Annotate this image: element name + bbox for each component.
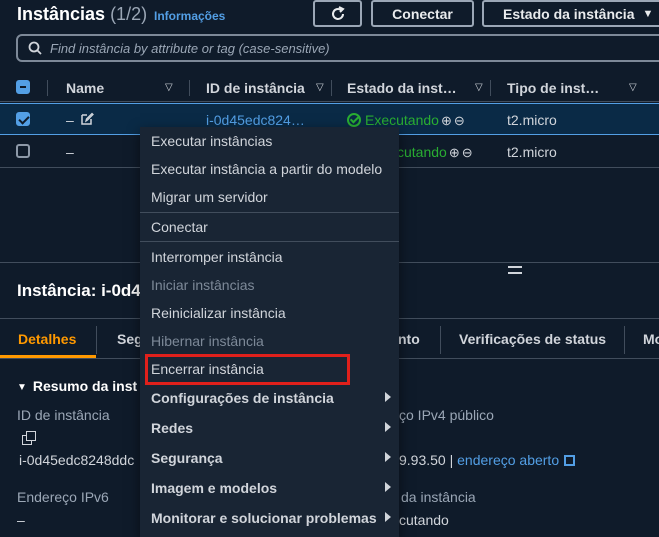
submenu-arrow-icon bbox=[385, 452, 391, 462]
status-ok-icon bbox=[347, 113, 361, 127]
connect-button[interactable]: Conectar bbox=[371, 0, 474, 27]
page-header: Instâncias (1/2) Informações Conectar Es… bbox=[0, 0, 659, 30]
menu-item-connect[interactable]: Conectar bbox=[151, 219, 208, 235]
page-title: Instâncias (1/2) bbox=[17, 4, 147, 25]
zoom-out-icon[interactable]: ⊖ bbox=[454, 113, 465, 129]
column-header-type[interactable]: Tipo de inst… bbox=[507, 80, 599, 96]
submenu-arrow-icon bbox=[385, 422, 391, 432]
resize-handle-icon[interactable] bbox=[508, 266, 522, 274]
edit-icon[interactable] bbox=[80, 112, 94, 126]
sort-caret-icon[interactable]: ▽ bbox=[475, 82, 483, 93]
external-link-icon bbox=[564, 455, 576, 466]
instance-state-dropdown[interactable]: Estado da instância ▼ bbox=[482, 0, 659, 27]
menu-item-launch-from-template[interactable]: Executar instância a partir do modelo bbox=[151, 161, 382, 177]
details-panel-title: Instância: i-0d4 bbox=[17, 281, 141, 300]
table-header: Name ▽ ID de instância ▽ Estado da inst…… bbox=[0, 72, 659, 102]
tab-security[interactable]: Seg bbox=[117, 331, 143, 347]
menu-item-image-templates[interactable]: Imagem e modelos bbox=[151, 480, 277, 496]
page-title-text: Instâncias bbox=[17, 4, 106, 24]
chevron-down-icon: ▼ bbox=[642, 7, 654, 20]
instance-state-label: Estado da instância bbox=[503, 5, 635, 22]
copy-icon[interactable] bbox=[22, 431, 36, 445]
info-link[interactable]: Informações bbox=[154, 9, 225, 23]
instance-state-label: da instância bbox=[401, 489, 476, 505]
submenu-arrow-icon bbox=[385, 512, 391, 522]
tab-status-checks[interactable]: Verificações de status bbox=[459, 331, 606, 347]
open-address-link[interactable]: endereço aberto bbox=[457, 452, 559, 468]
highlight-annotation bbox=[145, 354, 350, 385]
submenu-arrow-icon bbox=[385, 392, 391, 402]
column-header-name[interactable]: Name bbox=[66, 80, 104, 96]
public-ipv4-text: 9.93.50 bbox=[399, 452, 446, 468]
row-state-text: cutando bbox=[397, 144, 447, 160]
tab-divider bbox=[624, 326, 625, 354]
menu-item-monitor-troubleshoot[interactable]: Monitorar e solucionar problemas bbox=[151, 510, 377, 526]
value-separator: | bbox=[449, 452, 454, 468]
tab-divider bbox=[96, 326, 97, 354]
select-all-checkbox[interactable] bbox=[16, 80, 30, 94]
ipv6-value: – bbox=[17, 512, 25, 528]
menu-item-reboot-instance[interactable]: Reinicializar instância bbox=[151, 305, 286, 321]
instance-id-value: i-0d45edc8248ddc bbox=[19, 452, 135, 468]
row-checkbox[interactable] bbox=[16, 112, 30, 126]
column-divider bbox=[331, 80, 332, 96]
menu-item-migrate-server[interactable]: Migrar um servidor bbox=[151, 189, 268, 205]
instance-summary-header[interactable]: ▼ Resumo da inst bbox=[17, 378, 137, 394]
menu-item-launch-instances[interactable]: Executar instâncias bbox=[151, 133, 272, 149]
row-state: cutando ⊕ ⊖ bbox=[397, 144, 473, 161]
tab-details[interactable]: Detalhes bbox=[18, 331, 76, 347]
column-header-instance-id[interactable]: ID de instância bbox=[206, 80, 305, 96]
ipv6-label: Endereço IPv6 bbox=[17, 489, 109, 505]
sort-caret-icon[interactable]: ▽ bbox=[629, 82, 637, 93]
menu-item-hibernate-instance: Hibernar instância bbox=[151, 333, 264, 349]
instance-state-value: cutando bbox=[399, 512, 449, 528]
tab-monitoring[interactable]: Mo bbox=[643, 331, 659, 347]
instance-summary-title: Resumo da inst bbox=[32, 378, 138, 394]
row-name: – bbox=[66, 144, 74, 160]
zoom-in-icon[interactable]: ⊕ bbox=[449, 145, 460, 161]
menu-item-stop-instance[interactable]: Interromper instância bbox=[151, 249, 283, 265]
zoom-out-icon[interactable]: ⊖ bbox=[462, 145, 473, 161]
sort-caret-icon[interactable]: ▽ bbox=[165, 82, 173, 93]
selection-count: (1/2) bbox=[110, 4, 148, 24]
row-instance-id-link[interactable]: i-0d45edc824… bbox=[206, 112, 305, 128]
refresh-button[interactable] bbox=[313, 0, 362, 27]
search-placeholder: Find instância by attribute or tag (case… bbox=[50, 40, 330, 56]
column-divider bbox=[189, 80, 190, 96]
sort-caret-icon[interactable]: ▽ bbox=[316, 82, 324, 93]
row-name: – bbox=[66, 112, 74, 128]
row-checkbox[interactable] bbox=[16, 144, 30, 158]
submenu-arrow-icon bbox=[385, 482, 391, 492]
menu-item-instance-settings[interactable]: Configurações de instância bbox=[151, 390, 334, 406]
instance-id-label: ID de instância bbox=[17, 407, 110, 423]
tab-storage[interactable]: nto bbox=[398, 331, 420, 347]
menu-item-security[interactable]: Segurança bbox=[151, 450, 223, 466]
context-menu: Executar instâncias Executar instância a… bbox=[140, 127, 399, 537]
zoom-in-icon[interactable]: ⊕ bbox=[441, 113, 452, 129]
search-input[interactable]: Find instância by attribute or tag (case… bbox=[16, 34, 659, 62]
menu-divider bbox=[140, 241, 399, 242]
menu-divider bbox=[140, 212, 399, 213]
row-state-text: Executando bbox=[365, 112, 439, 128]
caret-down-icon: ▼ bbox=[17, 382, 27, 393]
refresh-icon bbox=[331, 5, 345, 20]
column-divider bbox=[47, 80, 48, 96]
public-ipv4-value: 9.93.50 | endereço aberto bbox=[399, 452, 576, 468]
search-icon bbox=[28, 41, 42, 55]
menu-item-networking[interactable]: Redes bbox=[151, 420, 193, 436]
public-ipv4-label: ço IPv4 público bbox=[399, 407, 494, 423]
row-instance-type: t2.micro bbox=[507, 112, 557, 128]
tab-divider bbox=[440, 326, 441, 354]
row-instance-type: t2.micro bbox=[507, 144, 557, 160]
column-header-state[interactable]: Estado da inst… bbox=[347, 80, 457, 96]
menu-item-start-instances: Iniciar instâncias bbox=[151, 277, 255, 293]
column-divider bbox=[490, 80, 491, 96]
